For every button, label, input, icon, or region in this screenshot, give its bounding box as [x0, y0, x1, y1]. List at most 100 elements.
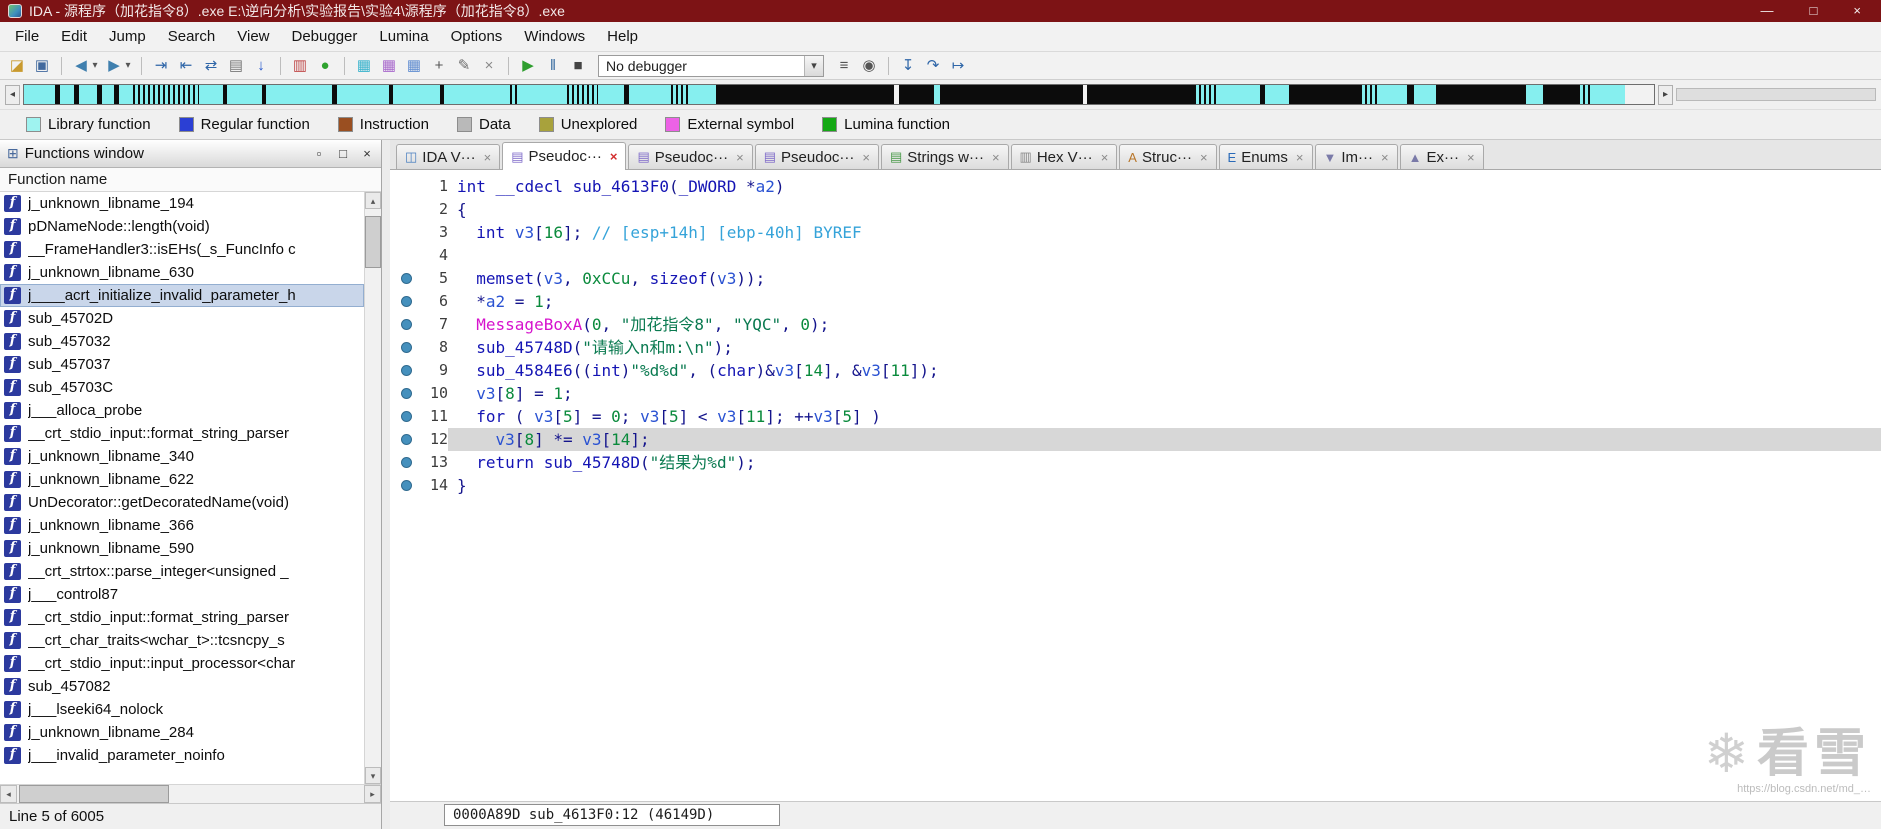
scroll-track[interactable]: [169, 785, 364, 803]
function-list-item[interactable]: f j_unknown_libname_622: [0, 468, 364, 491]
function-list-item[interactable]: f __crt_stdio_input::format_string_parser: [0, 422, 364, 445]
stop-process-icon[interactable]: ■: [567, 55, 589, 77]
function-list-item[interactable]: f j___alloca_probe: [0, 399, 364, 422]
menu-item-jump[interactable]: Jump: [98, 24, 157, 49]
tab-pseudoc[interactable]: ▤ Pseudoc··· ×: [754, 144, 879, 169]
tab-close-icon[interactable]: ×: [1381, 150, 1389, 165]
crosshair-icon[interactable]: +: [428, 55, 450, 77]
function-list-item[interactable]: f j____acrt_initialize_invalid_parameter_…: [0, 284, 364, 307]
step-into-icon[interactable]: ↧: [897, 55, 919, 77]
attach-icon[interactable]: ◉: [858, 55, 880, 77]
function-list-item[interactable]: f j_unknown_libname_630: [0, 261, 364, 284]
menu-item-view[interactable]: View: [226, 24, 280, 49]
maximize-button[interactable]: □: [1810, 0, 1818, 22]
code-line-2[interactable]: 2{: [390, 198, 1881, 221]
code-line-4[interactable]: 4: [390, 244, 1881, 267]
navigation-band[interactable]: [23, 84, 1655, 105]
tab-enums[interactable]: E Enums ×: [1218, 144, 1313, 169]
menu-item-debugger[interactable]: Debugger: [281, 24, 369, 49]
functions-vertical-scrollbar[interactable]: [364, 192, 381, 784]
colors-cyan-icon[interactable]: ▦: [353, 55, 375, 77]
tab-close-icon[interactable]: ×: [1296, 150, 1304, 165]
minimize-button[interactable]: —: [1761, 0, 1774, 22]
tab-close-icon[interactable]: ×: [1467, 150, 1475, 165]
function-list-item[interactable]: f j_unknown_libname_284: [0, 721, 364, 744]
tab-pseudoc[interactable]: ▤ Pseudoc··· ×: [628, 144, 753, 169]
debugger-setup-icon[interactable]: ≡: [833, 55, 855, 77]
function-list-item[interactable]: f j___lseeki64_nolock: [0, 698, 364, 721]
code-line-11[interactable]: 11 for ( v3[5] = 0; v3[5] < v3[11]; ++v3…: [390, 405, 1881, 428]
navband-scroll-left-icon[interactable]: [5, 84, 20, 105]
tab-idav[interactable]: ◫ IDA V··· ×: [396, 144, 501, 169]
jump-xref-icon[interactable]: ⇄: [200, 55, 222, 77]
tab-close-icon[interactable]: ×: [1200, 150, 1208, 165]
run-to-cursor-icon[interactable]: ↦: [947, 55, 969, 77]
code-line-3[interactable]: 3 int v3[16]; // [esp+14h] [ebp-40h] BYR…: [390, 221, 1881, 244]
lumina-icon[interactable]: ●: [314, 55, 336, 77]
chart-icon[interactable]: ▥: [289, 55, 311, 77]
menu-item-lumina[interactable]: Lumina: [368, 24, 439, 49]
function-list-item[interactable]: f __crt_stdio_input::input_processor<char: [0, 652, 364, 675]
panel-splitter[interactable]: [382, 140, 390, 829]
start-process-icon[interactable]: ▶: [517, 55, 539, 77]
pause-process-icon[interactable]: ‖: [542, 55, 564, 77]
code-line-10[interactable]: 10 v3[8] = 1;: [390, 382, 1881, 405]
code-line-5[interactable]: 5 memset(v3, 0xCCu, sizeof(v3));: [390, 267, 1881, 290]
function-list-item[interactable]: f j_unknown_libname_590: [0, 537, 364, 560]
cancel-icon[interactable]: ×: [478, 55, 500, 77]
tab-stringsw[interactable]: ▤ Strings w··· ×: [880, 144, 1009, 169]
function-list-item[interactable]: f sub_457032: [0, 330, 364, 353]
tab-struc[interactable]: A Struc··· ×: [1119, 144, 1217, 169]
forward-menu-icon[interactable]: ▾: [123, 55, 133, 77]
function-list-item[interactable]: f sub_45703C: [0, 376, 364, 399]
print-icon[interactable]: ▤: [225, 55, 247, 77]
tab-hexv[interactable]: ▥ Hex V··· ×: [1010, 144, 1118, 169]
code-line-12[interactable]: 12 v3[8] *= v3[14];: [390, 428, 1881, 451]
tab-close-icon[interactable]: ×: [862, 150, 870, 165]
scroll-up-icon[interactable]: [365, 192, 381, 209]
function-list-item[interactable]: f j_unknown_libname_340: [0, 445, 364, 468]
dropdown-arrow-icon[interactable]: ▾: [804, 55, 823, 76]
function-name-column-header[interactable]: Function name: [0, 168, 381, 192]
open-file-icon[interactable]: ◪: [6, 55, 28, 77]
maximize-panel-icon[interactable]: [336, 146, 350, 161]
jump-address-icon[interactable]: ⇥: [150, 55, 172, 77]
function-list-item[interactable]: f sub_457037: [0, 353, 364, 376]
colors-blue-icon[interactable]: ▦: [403, 55, 425, 77]
restore-panel-icon[interactable]: [312, 146, 326, 161]
function-list-item[interactable]: f sub_45702D: [0, 307, 364, 330]
tab-ex[interactable]: ▲ Ex··· ×: [1399, 144, 1484, 169]
tab-close-icon[interactable]: ×: [736, 150, 744, 165]
function-list-item[interactable]: f j___control87: [0, 583, 364, 606]
functions-window-titlebar[interactable]: Functions window: [0, 140, 381, 168]
step-over-icon[interactable]: ↷: [922, 55, 944, 77]
back-menu-icon[interactable]: ▾: [90, 55, 100, 77]
menu-item-options[interactable]: Options: [440, 24, 514, 49]
forward-icon[interactable]: ▶: [103, 55, 125, 77]
pseudocode-view[interactable]: 1 int __cdecl sub_4613F0(_DWORD *a2) 2{3 i…: [390, 170, 1881, 801]
function-list-item[interactable]: f __crt_stdio_input::format_string_parser: [0, 606, 364, 629]
pencil-icon[interactable]: ✎: [453, 55, 475, 77]
tab-close-icon[interactable]: ×: [1101, 150, 1109, 165]
menu-item-file[interactable]: File: [4, 24, 50, 49]
function-list-item[interactable]: f j_unknown_libname_194: [0, 192, 364, 215]
tab-pseudoc[interactable]: ▤ Pseudoc··· ×: [502, 142, 627, 170]
vertical-scroll-thumb[interactable]: [365, 216, 381, 268]
tab-close-icon[interactable]: ×: [610, 149, 618, 164]
function-list-item[interactable]: f j_unknown_libname_366: [0, 514, 364, 537]
scroll-right-icon[interactable]: [364, 785, 381, 803]
horizontal-scroll-thumb[interactable]: [19, 785, 169, 803]
function-list-item[interactable]: f j___invalid_parameter_noinfo: [0, 744, 364, 767]
tab-close-icon[interactable]: ×: [484, 150, 492, 165]
menu-item-windows[interactable]: Windows: [513, 24, 596, 49]
scroll-down-icon[interactable]: [365, 767, 381, 784]
close-button[interactable]: ×: [1853, 0, 1861, 22]
code-line-6[interactable]: 6 *a2 = 1;: [390, 290, 1881, 313]
download-icon[interactable]: ↓: [250, 55, 272, 77]
menu-item-help[interactable]: Help: [596, 24, 649, 49]
function-list-item[interactable]: f __crt_char_traits<wchar_t>::tcsncpy_s: [0, 629, 364, 652]
function-list-item[interactable]: f __crt_strtox::parse_integer<unsigned _: [0, 560, 364, 583]
navband-scroll-right-icon[interactable]: [1658, 84, 1673, 105]
code-line-13[interactable]: 13 return sub_45748D("结果为%d");: [390, 451, 1881, 474]
code-line-9[interactable]: 9 sub_4584E6((int)"%d%d", (char)&v3[14],…: [390, 359, 1881, 382]
